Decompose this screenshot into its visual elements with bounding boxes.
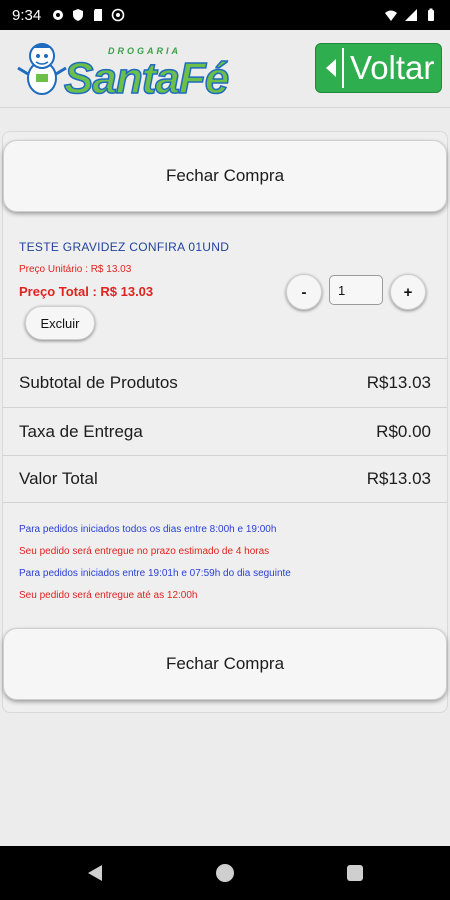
increase-quantity-button[interactable]: + [390,274,426,310]
signal-icon [405,9,417,21]
delivery-notes: Para pedidos iniciados todos os dias ent… [19,523,439,611]
app-header: DROGARIA SantaFé Voltar [0,30,450,108]
mascot-logo-icon [17,43,67,95]
total-label: Valor Total [19,469,98,488]
subtotal-label: Subtotal de Produtos [19,372,178,392]
santafe-logo: DROGARIA SantaFé [12,36,230,104]
status-left-icons [51,8,125,22]
note-line-2: Seu pedido será entregue no prazo estima… [19,546,270,557]
delivery-fee-value: R$0.00 [376,421,431,441]
brand-title: SantaFé [63,53,230,104]
at-icon [111,8,125,22]
close-purchase-button-bottom[interactable]: Fechar Compra [3,628,447,700]
delivery-fee-row: Taxa de Entrega R$0.00 [3,407,447,455]
quantity-input[interactable] [329,275,383,305]
note-line-1: Para pedidos iniciados todos os dias ent… [19,524,277,535]
status-bar: 9:34 [0,0,450,30]
note-line-3: Para pedidos iniciados entre 19:01h e 07… [19,568,291,579]
delete-item-button[interactable]: Excluir [25,306,95,340]
back-button[interactable]: Voltar [315,43,442,93]
shield-icon [73,9,84,21]
note-line-4: Seu pedido será entregue até as 12:00h [19,590,198,601]
subtotal-value: R$13.03 [366,372,431,392]
item-total-price: Preço Total : R$ 13.03 [19,284,154,299]
decrease-quantity-button[interactable]: - [286,274,322,310]
delivery-fee-label: Taxa de Entrega [19,421,143,441]
nav-back-icon[interactable] [88,865,102,881]
item-unit-price: Preço Unitário : R$ 13.03 [19,264,132,275]
nav-recents-icon[interactable] [347,865,363,881]
battery-icon [428,8,434,21]
sd-card-icon [94,9,103,21]
back-arrow-icon [320,48,344,88]
total-row: Valor Total R$13.03 [3,455,447,503]
total-value: R$13.03 [366,469,431,488]
close-purchase-button-top[interactable]: Fechar Compra [3,140,447,212]
status-right-icons [384,8,438,22]
cart-item: TESTE GRAVIDEZ CONFIRA 01UND Preço Unitá… [3,228,447,358]
back-button-label: Voltar [350,49,435,86]
system-nav-bar [0,846,450,900]
wifi-icon [385,10,397,21]
gear-icon [53,10,64,20]
subtotal-row: Subtotal de Produtos R$13.03 [3,358,447,406]
nav-home-icon[interactable] [216,864,234,882]
status-time: 9:34 [12,6,42,24]
item-name: TESTE GRAVIDEZ CONFIRA 01UND [19,240,230,254]
